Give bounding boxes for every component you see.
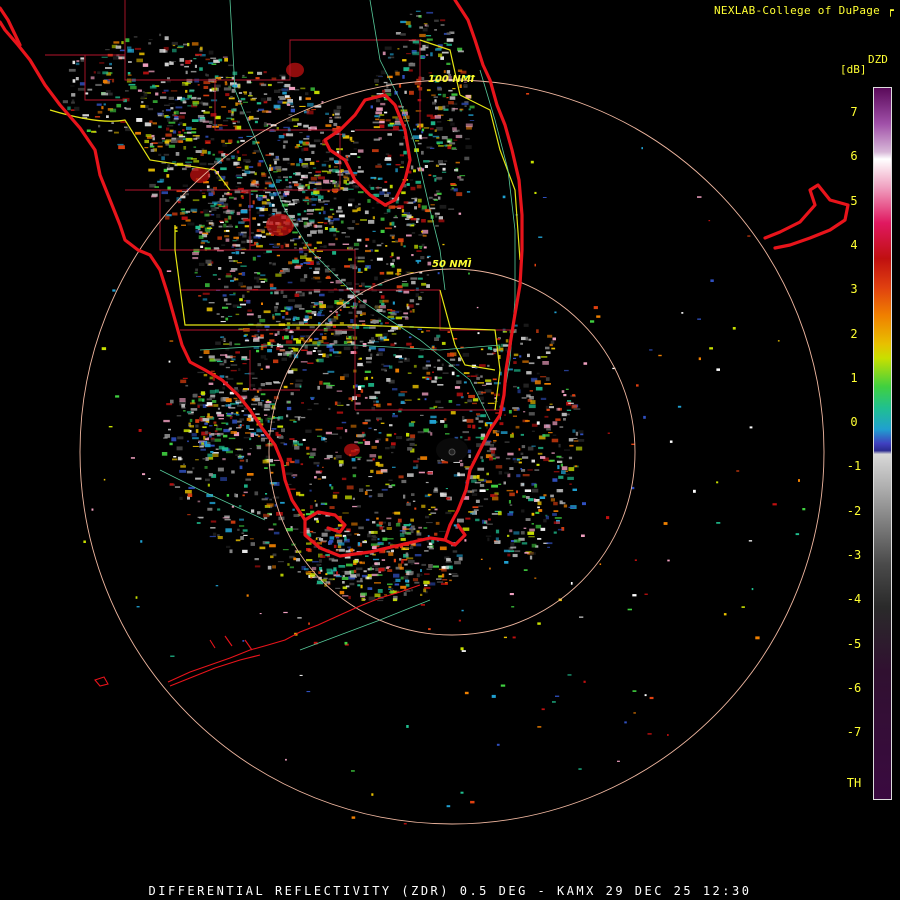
product-code: DZD: [868, 53, 888, 66]
color-scale-tick: 5: [850, 193, 858, 208]
color-scale-tick: 6: [850, 149, 858, 164]
color-scale-ticks: 7 6 5 4 3 2 1 0 -1 -2 -3 -4 -5 -6 -7 TH: [840, 87, 870, 800]
radar-site: [448, 448, 456, 456]
credit-text: NEXLAB-College of DuPage ┍: [714, 4, 894, 17]
color-scale-tick: TH: [846, 775, 862, 790]
legend-unit: [dB]: [840, 63, 867, 76]
product-caption: DIFFERENTIAL REFLECTIVITY (ZDR) 0.5 DEG …: [148, 884, 752, 898]
color-scale-tick: 7: [850, 105, 858, 119]
color-scale-tick: -7: [846, 725, 862, 740]
color-scale-bar: [873, 87, 892, 800]
color-scale-tick: -4: [846, 592, 862, 607]
color-scale-tick: -5: [846, 636, 862, 651]
color-scale-tick: 1: [850, 370, 858, 385]
color-scale-tick: -1: [846, 459, 862, 474]
color-scale-tick: 4: [850, 237, 858, 252]
nexlab-logo-icon: ┍: [887, 4, 894, 17]
range-label-50: 50 NMI: [432, 259, 472, 270]
color-scale-tick: -2: [846, 503, 862, 518]
radar-map[interactable]: 100 NMI 50 NMI: [0, 0, 900, 900]
color-scale-tick: -3: [846, 548, 862, 562]
credit-label: NEXLAB-College of DuPage: [713, 4, 881, 17]
color-scale-tick: 3: [850, 282, 858, 297]
color-scale-tick: 0: [850, 415, 858, 430]
color-scale-tick: 2: [850, 326, 858, 341]
range-label-100: 100 NMI: [428, 74, 475, 85]
color-scale-tick: -6: [846, 680, 862, 695]
